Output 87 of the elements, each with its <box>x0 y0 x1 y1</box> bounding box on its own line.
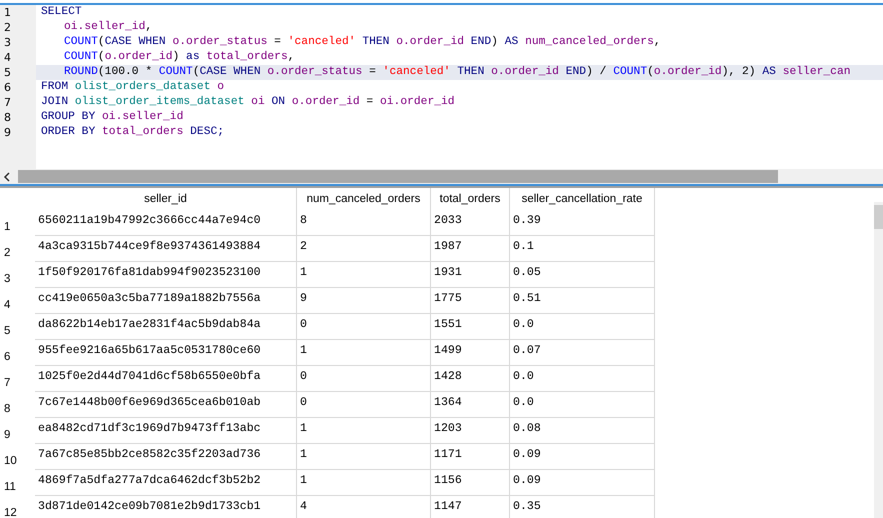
table-cell: 0.09 <box>510 444 655 470</box>
row-number: 10 <box>3 454 18 469</box>
line-number: 1 <box>3 5 11 20</box>
table-cell: 1171 <box>431 444 510 470</box>
code-line: COUNT(o.order_id) as total_orders, <box>64 50 295 65</box>
table-cell: 1775 <box>431 288 510 314</box>
row-number: 8 <box>3 402 12 417</box>
table-cell: ea8482cd71df3c1969d7b9473ff13abc <box>35 418 297 444</box>
table-cell: 7a67c85e85bb2ce8582c35f2203ad736 <box>35 444 297 470</box>
table-cell: 0.35 <box>510 496 655 518</box>
table-cell: 1428 <box>431 366 510 392</box>
code-line: ROUND(100.0 * COUNT(CASE WHEN o.order_status = 'canceled' THEN o.order_id END) / COUNT(o.order_id), 2) AS seller_can <box>64 65 851 80</box>
table-cell: 0.1 <box>510 236 655 262</box>
code-line: SELECT <box>41 5 82 20</box>
line-number: 6 <box>3 80 11 95</box>
table-cell: 2033 <box>431 210 510 236</box>
code-line: FROM olist_orders_dataset o <box>41 80 224 95</box>
table-cell: 1 <box>297 262 431 288</box>
sql-editor[interactable] <box>0 3 883 186</box>
row-number: 12 <box>3 506 18 518</box>
row-number: 9 <box>3 428 12 443</box>
table-cell: 9 <box>297 288 431 314</box>
line-number: 5 <box>3 65 11 80</box>
table-cell: 0 <box>297 314 431 340</box>
table-cell: 1 <box>297 444 431 470</box>
column-header[interactable]: num_canceled_orders <box>297 188 431 210</box>
table-cell: 1203 <box>431 418 510 444</box>
table-cell: 0.0 <box>510 392 655 418</box>
column-header[interactable]: seller_id <box>35 188 297 210</box>
table-cell: 0.08 <box>510 418 655 444</box>
table-cell: 0 <box>297 366 431 392</box>
code-line: GROUP BY oi.seller_id <box>41 110 184 125</box>
table-cell: 3d871de0142ce09b7081e2b9d1733cb1 <box>35 496 297 518</box>
line-number: 2 <box>3 20 11 35</box>
table-cell: 0.07 <box>510 340 655 366</box>
table-cell: 0.05 <box>510 262 655 288</box>
table-cell: 0.0 <box>510 366 655 392</box>
table-cell: 7c67e1448b00f6e969d365cea6b010ab <box>35 392 297 418</box>
column-header[interactable]: seller_cancellation_rate <box>510 188 655 210</box>
table-cell: 1364 <box>431 392 510 418</box>
table-cell: 1156 <box>431 470 510 496</box>
table-cell: 1931 <box>431 262 510 288</box>
table-cell: 0.09 <box>510 470 655 496</box>
row-number: 5 <box>3 324 12 339</box>
table-cell: 1 <box>297 418 431 444</box>
table-cell: da8622b14eb17ae2831f4ac5b9dab84a <box>35 314 297 340</box>
code-line: COUNT(CASE WHEN o.order_status = 'canceled' THEN o.order_id END) AS num_canceled_orders, <box>64 35 661 50</box>
row-number: 7 <box>3 376 12 391</box>
code-line: JOIN olist_order_items_dataset oi ON o.order_id = oi.order_id <box>41 95 455 110</box>
table-cell: 4a3ca9315b744ce9f8e9374361493884 <box>35 236 297 262</box>
table-cell: 4869f7a5dfa277a7dca6462dcf3b52b2 <box>35 470 297 496</box>
table-cell: cc419e0650a3c5ba77189a1882b7556a <box>35 288 297 314</box>
table-cell: 955fee9216a65b617aa5c0531780ce60 <box>35 340 297 366</box>
table-cell: 1147 <box>431 496 510 518</box>
horizontal-scrollbar[interactable] <box>0 169 883 186</box>
table-cell: 4 <box>297 496 431 518</box>
row-number: 11 <box>3 480 17 495</box>
table-cell: 0.39 <box>510 210 655 236</box>
code-line: oi.seller_id, <box>64 20 152 35</box>
table-cell: 1025f0e2d44d7041d6cf58b6550e0bfa <box>35 366 297 392</box>
line-number: 4 <box>3 50 11 65</box>
line-number: 9 <box>3 125 11 140</box>
table-cell: 0.51 <box>510 288 655 314</box>
table-cell: 1f50f920176fa81dab994f9023523100 <box>35 262 297 288</box>
row-number: 4 <box>3 298 12 313</box>
table-cell: 1987 <box>431 236 510 262</box>
row-number: 3 <box>3 272 12 287</box>
scrollbar-thumb[interactable] <box>874 205 883 229</box>
table-cell: 8 <box>297 210 431 236</box>
table-cell: 0 <box>297 392 431 418</box>
vertical-scrollbar[interactable] <box>874 202 883 518</box>
table-cell: 1551 <box>431 314 510 340</box>
table-cell: 1499 <box>431 340 510 366</box>
row-number: 6 <box>3 350 12 365</box>
scrollbar-thumb[interactable] <box>18 170 778 183</box>
code-line: ORDER BY total_orders DESC; <box>41 125 224 140</box>
row-number: 2 <box>3 246 12 261</box>
line-number: 3 <box>3 35 11 50</box>
table-cell: 6560211a19b47992c3666cc44a7e94c0 <box>35 210 297 236</box>
line-number: 8 <box>3 110 11 125</box>
column-header[interactable]: total_orders <box>431 188 510 210</box>
row-number: 1 <box>3 220 12 235</box>
table-cell: 1 <box>297 470 431 496</box>
line-number: 7 <box>3 95 11 110</box>
table-cell: 0.0 <box>510 314 655 340</box>
table-cell: 1 <box>297 340 431 366</box>
table-cell: 2 <box>297 236 431 262</box>
